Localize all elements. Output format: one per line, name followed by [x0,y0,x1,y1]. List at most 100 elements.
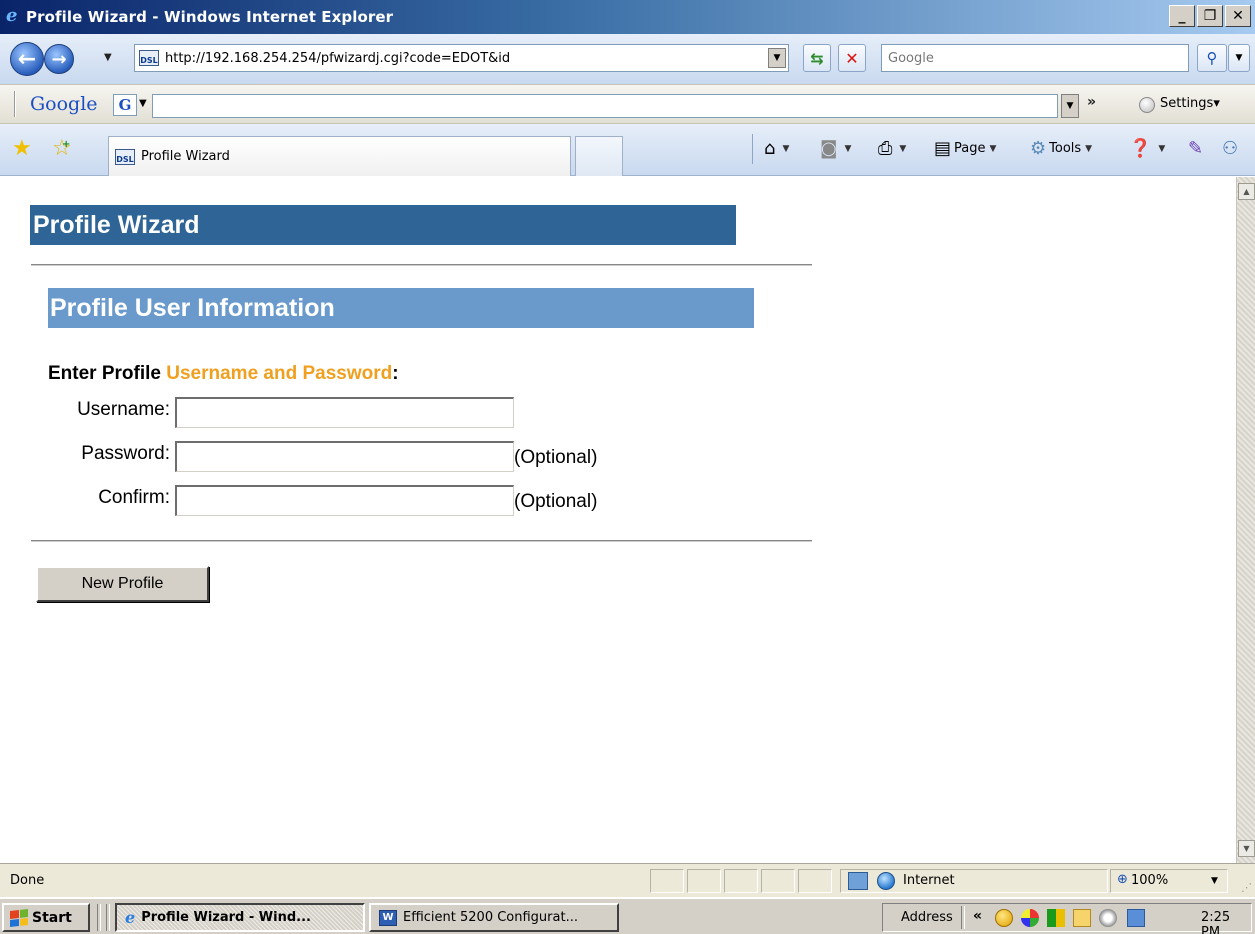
taskbar-separator [106,904,110,931]
address-url[interactable]: http://192.168.254.254/pfwizardj.cgi?cod… [165,51,510,66]
security-zone-label[interactable]: Internet [903,873,955,888]
prompt-highlight: Username and Password [166,363,393,384]
prompt-suffix: : [392,363,399,384]
google-settings-button[interactable]: Settings▾ [1160,96,1220,111]
forward-button[interactable]: → [44,44,74,74]
app-tray-icon[interactable] [1047,909,1065,927]
divider-bottom [31,540,812,542]
maximize-button[interactable]: ❐ [1197,5,1223,27]
security-shield-icon[interactable] [995,909,1013,927]
settings-icon [1139,97,1155,113]
status-cell [724,869,758,893]
research-button[interactable]: ✎ [1188,138,1206,159]
status-cell [798,869,832,893]
password-optional-hint: (Optional) [514,447,598,468]
help-button[interactable]: ❓ ▼ [1129,138,1165,159]
site-favicon-icon: DSL [139,50,159,66]
window-controls: _ ❐ ✕ [1169,5,1251,27]
tab-profile-wizard[interactable]: DSL Profile Wizard [108,136,571,176]
search-options-dropdown[interactable]: ▼ [1228,44,1250,72]
status-cell [687,869,721,893]
section-title: Profile User Information [48,288,754,328]
username-label: Username: [77,399,170,420]
minimize-button[interactable]: _ [1169,5,1195,27]
messenger-button[interactable]: ⚇ [1222,138,1241,159]
scroll-down-arrow-icon[interactable]: ▼ [1238,840,1255,857]
internet-zone-icon [877,872,895,890]
tab-label: Profile Wizard [141,149,230,164]
app-tray-icon[interactable] [1021,909,1039,927]
tools-menu[interactable]: ⚙ Tools ▼ [1030,138,1092,159]
address-toolbar: ← → ▼ DSL http://192.168.254.254/pfwizar… [0,34,1255,84]
forward-arrow-icon: → [51,48,67,70]
media-tray-icon[interactable] [1099,909,1117,927]
tray-address-label[interactable]: Address [901,910,953,925]
google-g-button[interactable]: G [113,94,137,116]
printer-icon: ⎙ [878,138,893,159]
zoom-dropdown[interactable]: ▼ [1211,876,1218,886]
page-content: Profile Wizard Profile User Information … [0,177,1236,863]
favorites-star-icon[interactable]: ★ [12,136,32,161]
search-input[interactable]: Google [881,44,1189,72]
resize-grip-icon[interactable]: ⋰ [1241,881,1252,894]
recent-pages-dropdown[interactable]: ▼ [104,52,112,63]
refresh-icon: ⇆ [810,48,824,68]
scroll-up-arrow-icon[interactable]: ▲ [1238,183,1255,200]
page-menu-label: Page [954,141,986,156]
address-field[interactable]: DSL http://192.168.254.254/pfwizardj.cgi… [134,44,789,72]
protected-mode-icon [848,872,868,890]
toolbar-grip[interactable] [14,91,16,117]
ie-icon: e [125,908,136,927]
zoom-level[interactable]: 100% [1131,873,1168,888]
taskbar-item-word[interactable]: W Efficient 5200 Configurat... [369,903,619,932]
start-button[interactable]: Start [2,903,90,932]
stop-button[interactable]: ✕ [838,44,866,72]
taskbar-item-label: Efficient 5200 Configurat... [403,910,578,925]
feeds-button[interactable]: ◙ ▼ [820,138,851,159]
back-button[interactable]: ← [10,42,44,76]
refresh-button[interactable]: ⇆ [803,44,831,72]
system-clock[interactable]: 2:25 PM [1201,910,1251,934]
network-warning-icon[interactable] [1127,909,1145,927]
divider-top [31,264,812,266]
status-cell [761,869,795,893]
vertical-scrollbar[interactable]: ▲ ▼ [1236,177,1255,863]
google-g-dropdown[interactable]: ▼ [139,98,147,109]
google-search-dropdown[interactable]: ▼ [1061,94,1079,118]
confirm-label: Confirm: [98,487,170,508]
window-title: Profile Wizard - Windows Internet Explor… [26,8,394,26]
title-bar: e Profile Wizard - Windows Internet Expl… [0,0,1255,34]
close-button[interactable]: ✕ [1225,5,1251,27]
password-field[interactable] [175,441,514,472]
taskbar-separator [97,904,101,931]
add-favorites-icon[interactable]: ☆ + [52,136,72,161]
confirm-password-field[interactable] [175,485,514,516]
ie-logo-icon: e [6,5,18,26]
home-button[interactable]: ⌂ ▼ [764,138,789,159]
google-logo[interactable]: Google [30,93,98,115]
stop-icon: ✕ [845,48,859,68]
toolbar-chevron[interactable]: » [1087,94,1096,110]
new-tab-button[interactable] [575,136,623,176]
google-search-input[interactable] [152,94,1058,118]
google-logo-text: Google [30,93,98,115]
tray-expand-chevron[interactable]: « [973,908,982,924]
page-title: Profile Wizard [30,205,736,245]
word-icon: W [379,909,397,926]
username-field[interactable] [175,397,514,428]
status-cell [650,869,684,893]
gear-icon: ⚙ [1030,138,1047,159]
search-icon: ⚲ [1206,49,1218,67]
print-button[interactable]: ⎙ ▼ [878,138,906,159]
new-profile-button[interactable]: New Profile [36,566,209,602]
folder-icon[interactable] [1073,909,1091,927]
settings-label: Settings [1160,96,1214,111]
home-icon: ⌂ [764,138,776,159]
taskbar-item-ie[interactable]: e Profile Wizard - Wind... [115,903,365,932]
rss-feed-icon: ◙ [820,138,838,159]
search-button[interactable]: ⚲ [1197,44,1227,72]
address-dropdown[interactable]: ▼ [768,48,786,68]
status-bar: Done Internet ⊕ 100% ▼ ⋰ [0,863,1255,897]
page-menu[interactable]: ▤ Page ▼ [934,138,996,159]
google-toolbar: Google G ▼ ▼ » Settings▾ [0,84,1255,124]
